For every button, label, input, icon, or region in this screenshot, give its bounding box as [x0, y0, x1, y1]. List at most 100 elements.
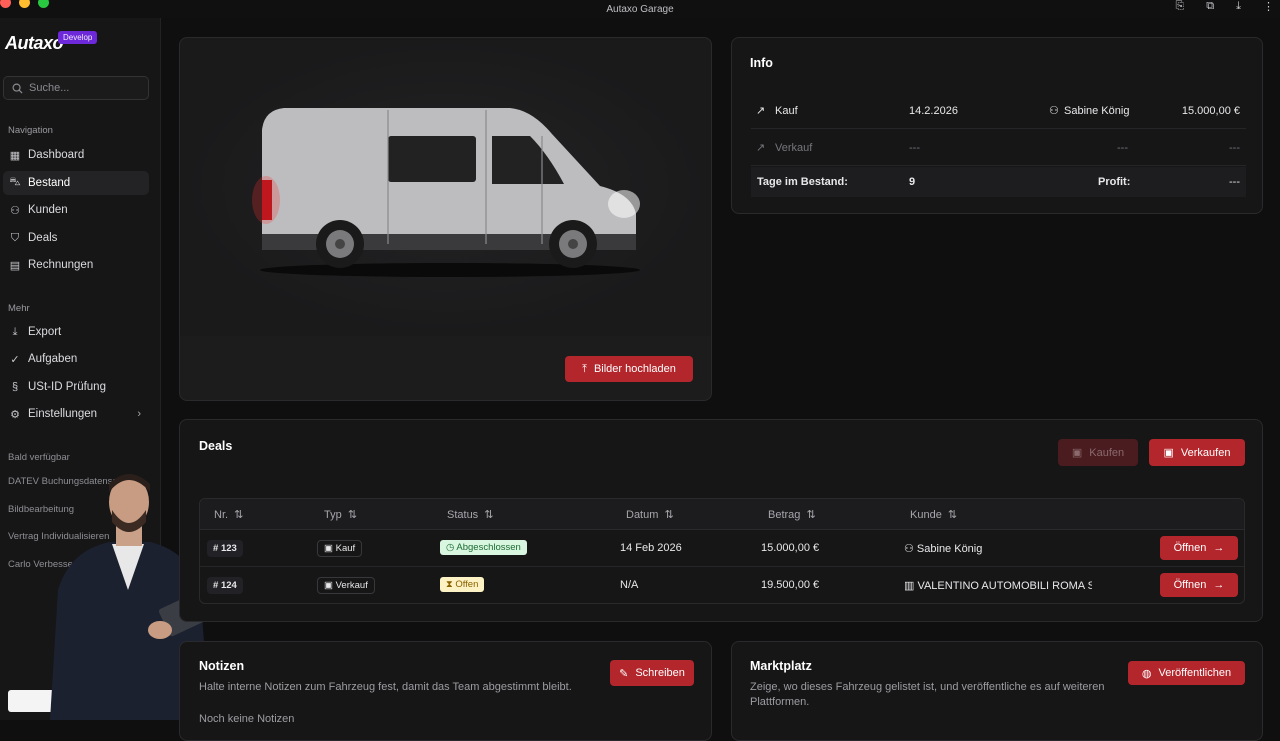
- users-icon: ⚇: [10, 204, 20, 217]
- sidebar-item-deals[interactable]: ⛉ Deals: [3, 226, 149, 250]
- open-deal-button[interactable]: Öffnen →: [1160, 536, 1238, 560]
- sidebar-item-label: Dashboard: [28, 149, 85, 161]
- sidebar-item-label: Aufgaben: [28, 353, 78, 365]
- buy-button[interactable]: ▣ Kaufen: [1058, 439, 1138, 466]
- days-in-stock-value: 9: [909, 176, 916, 188]
- sidebar-item-label: Bestand: [28, 177, 71, 189]
- deal-type: ▣ Verkauf: [317, 577, 375, 594]
- column-nr[interactable]: Nr. ⇅: [214, 508, 243, 521]
- sidebar-item-label: Kunden: [28, 204, 68, 216]
- deals-card: Deals ▣ Kaufen ▣ Verkaufen Nr. ⇅ Typ ⇅ S…: [179, 419, 1263, 622]
- extensions-icon[interactable]: ⧉: [1206, 0, 1214, 13]
- status-badge: ◷ Abgeschlossen: [440, 540, 527, 555]
- chevron-right-icon: ›: [137, 408, 141, 420]
- sidebar-item-rechnungen[interactable]: ▤ Rechnungen: [3, 253, 149, 277]
- sale-person: ---: [1117, 141, 1128, 154]
- sidebar-item-dashboard[interactable]: ▦ Dashboard: [3, 143, 149, 167]
- deal-date: 14 Feb 2026: [620, 542, 682, 554]
- download-icon[interactable]: ⤓: [1236, 0, 1241, 13]
- check-circle-icon: ✓: [10, 353, 20, 366]
- deal-type: ▣ Kauf: [317, 540, 363, 557]
- deal-customer: ▥ VALENTINO AUTOMOBILI ROMA S: [904, 580, 1092, 592]
- sidebar-item-bestand[interactable]: ⛍ Bestand: [3, 171, 149, 195]
- soon-heading: Bald verfügbar: [8, 452, 70, 463]
- column-typ[interactable]: Typ ⇅: [324, 508, 357, 521]
- write-note-label: Schreiben: [635, 667, 685, 679]
- deals-table: Nr. ⇅ Typ ⇅ Status ⇅ Datum ⇅ Betrag ⇅ Ku…: [199, 498, 1245, 604]
- upload-icon: ⤒: [582, 362, 587, 375]
- open-deal-button[interactable]: Öffnen →: [1160, 573, 1238, 597]
- buy-label: Kaufen: [1089, 446, 1125, 459]
- write-note-button[interactable]: ✎ Schreiben: [610, 660, 694, 686]
- deal-customer: ⚇ Sabine König: [904, 543, 983, 555]
- open-label: Öffnen: [1173, 579, 1207, 591]
- more-heading: Mehr: [8, 303, 30, 314]
- sale-date: ---: [909, 141, 920, 154]
- nav-heading: Navigation: [8, 125, 53, 136]
- sidebar-item-ustid[interactable]: § USt-ID Prüfung: [3, 375, 149, 399]
- sidebar-item-label: Rechnungen: [28, 259, 94, 271]
- deal-number: # 124: [207, 577, 243, 594]
- globe-icon: ◍: [1141, 667, 1152, 680]
- window-controls: [0, 0, 49, 8]
- sidebar-item-label: USt-ID Prüfung: [28, 381, 106, 393]
- edit-icon: ✎: [619, 667, 629, 680]
- app-logo[interactable]: Autaxo: [5, 33, 64, 54]
- column-betrag[interactable]: Betrag ⇅: [768, 508, 816, 521]
- table-header: Nr. ⇅ Typ ⇅ Status ⇅ Datum ⇅ Betrag ⇅ Ku…: [200, 499, 1244, 530]
- handshake-icon: ⛉: [10, 231, 20, 244]
- environment-badge: Develop: [58, 31, 98, 44]
- deal-number: # 123: [207, 540, 243, 557]
- column-status[interactable]: Status ⇅: [447, 508, 494, 521]
- sidebar-item-label: Einstellungen: [28, 408, 98, 420]
- minimize-window-button[interactable]: [19, 0, 30, 8]
- table-row: # 123 ▣ Kauf ◷ Abgeschlossen 14 Feb 2026…: [200, 530, 1244, 567]
- deal-date: N/A: [620, 579, 639, 591]
- sidebar-item-kunden[interactable]: ⚇ Kunden: [3, 198, 149, 222]
- more-icon[interactable]: ⋮: [1263, 0, 1274, 13]
- sidebar-item-label: Export: [28, 326, 62, 338]
- window-title: Autaxo Garage: [606, 3, 674, 15]
- maximize-window-button[interactable]: [38, 0, 49, 8]
- sidebar-item-export[interactable]: ⤓ Export: [3, 320, 149, 344]
- upload-images-label: Bilder hochladen: [593, 363, 676, 375]
- clipboard-icon: ▣: [1163, 447, 1174, 459]
- publish-label: Veröffentlichen: [1158, 667, 1232, 679]
- purchase-amount: 15.000,00 €: [1181, 104, 1240, 117]
- column-kunde[interactable]: Kunde ⇅: [910, 508, 957, 521]
- purchase-row: ↗ Kauf 14.2.2026 ⚇ Sabine König 15.000,0…: [751, 93, 1246, 129]
- van-illustration: [252, 108, 640, 277]
- window-titlebar: Autaxo Garage ⎘ ⧉ ⤓ ⋮: [0, 0, 1280, 18]
- deal-amount: 15.000,00 €: [761, 542, 820, 554]
- translate-icon[interactable]: ⎘: [1175, 0, 1184, 13]
- sale-label: Verkauf: [775, 141, 813, 154]
- open-label: Öffnen: [1173, 542, 1207, 554]
- upload-images-button[interactable]: ⤒ Bilder hochladen: [565, 356, 693, 382]
- external-link-icon: ↗: [756, 142, 766, 154]
- sidebar-item-label: Deals: [28, 232, 58, 244]
- notes-card: Notizen Halte interne Notizen zum Fahrze…: [179, 641, 712, 741]
- notes-title: Notizen: [199, 659, 245, 673]
- purchase-label: Kauf: [775, 104, 798, 117]
- search-icon: [12, 83, 23, 94]
- status-badge: ⧗ Offen: [440, 577, 485, 592]
- close-window-button[interactable]: [0, 0, 11, 8]
- profit-value: ---: [1229, 176, 1240, 188]
- column-datum[interactable]: Datum ⇅: [626, 508, 674, 521]
- sale-row: ↗ Verkauf --- --- ---: [751, 130, 1246, 166]
- marketplace-title: Marktplatz: [750, 659, 812, 673]
- sidebar-item-aufgaben[interactable]: ✓ Aufgaben: [3, 347, 149, 371]
- sell-button[interactable]: ▣ Verkaufen: [1149, 439, 1245, 466]
- notes-description: Halte interne Notizen zum Fahrzeug fest,…: [199, 681, 572, 693]
- sidebar-item-einstellungen[interactable]: ⚙ Einstellungen ›: [3, 402, 149, 426]
- marketplace-description: Zeige, wo dieses Fahrzeug gelistet ist, …: [750, 681, 1105, 708]
- gear-icon: ⚙: [10, 408, 20, 421]
- vehicle-image: [180, 38, 711, 336]
- external-link-icon[interactable]: ↗: [756, 104, 765, 117]
- marketplace-card: Marktplatz Zeige, wo dieses Fahrzeug gel…: [731, 641, 1263, 741]
- search-input[interactable]: Suche...: [3, 76, 149, 100]
- grid-icon: ▦: [9, 149, 21, 162]
- publish-button[interactable]: ◍ Veröffentlichen: [1128, 661, 1245, 685]
- clipboard-icon: ▣: [1071, 447, 1083, 459]
- purchase-date: 14.2.2026: [909, 104, 958, 117]
